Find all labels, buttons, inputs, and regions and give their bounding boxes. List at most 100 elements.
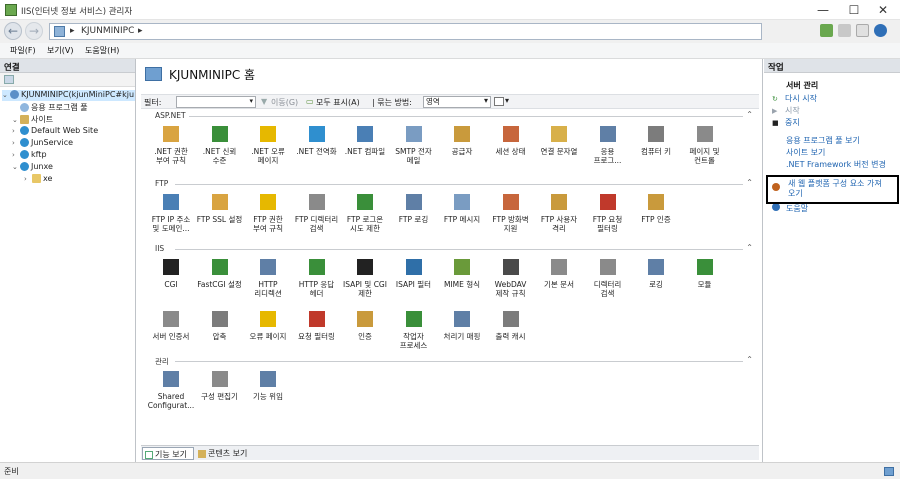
- feature-item[interactable]: FTP IP 주소 및 도메인...: [147, 192, 195, 244]
- action-stop[interactable]: ■ 중지: [772, 117, 800, 128]
- feature-item[interactable]: 인증: [341, 309, 389, 361]
- feature-item[interactable]: 요청 필터링: [293, 309, 341, 361]
- chevron-down-icon[interactable]: ▾: [249, 97, 253, 105]
- feature-item[interactable]: FTP 권한 부여 규칙: [244, 192, 292, 244]
- feature-item[interactable]: FTP 메시지: [438, 192, 486, 244]
- feature-item[interactable]: FTP SSL 설정: [196, 192, 244, 244]
- tree-expander-icon[interactable]: ⌄: [12, 116, 20, 124]
- tree-item[interactable]: › xe: [2, 174, 135, 185]
- minimize-button[interactable]: —: [806, 0, 840, 20]
- tree-expander-icon[interactable]: ⌄: [2, 91, 10, 99]
- help-link[interactable]: 도움말: [772, 203, 808, 214]
- feature-item[interactable]: 처리기 매핑: [438, 309, 486, 361]
- tree-item[interactable]: ⌄ 사이트: [2, 114, 135, 125]
- feature-item[interactable]: FTP 로깅: [390, 192, 438, 244]
- view-app-pools-link[interactable]: 응용 프로그램 풀 보기: [786, 135, 860, 146]
- go-button[interactable]: 이동(G): [271, 97, 298, 108]
- forward-button[interactable]: →: [25, 22, 43, 40]
- feature-item[interactable]: 응용 프로그...: [584, 124, 632, 176]
- chevron-down-icon[interactable]: ▾: [484, 96, 488, 105]
- show-all-button[interactable]: 모두 표시(A): [316, 97, 360, 108]
- feature-item[interactable]: 기본 문서: [535, 257, 583, 309]
- feature-item[interactable]: .NET 오류 페이지: [244, 124, 292, 176]
- group-by-select[interactable]: 영역: [423, 96, 491, 108]
- connect-icon[interactable]: [4, 75, 14, 84]
- feature-item[interactable]: FTP 로그온 시도 제한: [341, 192, 389, 244]
- help-icon[interactable]: [874, 24, 887, 37]
- home-icon[interactable]: [856, 24, 869, 37]
- feature-item[interactable]: 페이지 및 컨트롤: [681, 124, 729, 176]
- feature-item[interactable]: FTP 사용자 격리: [535, 192, 583, 244]
- feature-item[interactable]: .NET 컴파일: [341, 124, 389, 176]
- feature-item[interactable]: FTP 디렉터리 검색: [293, 192, 341, 244]
- feature-item[interactable]: .NET 신뢰 수준: [196, 124, 244, 176]
- go-icon[interactable]: ▼: [261, 97, 267, 106]
- action-start[interactable]: ▶ 시작: [772, 105, 800, 116]
- feature-item[interactable]: ISAPI 필터: [390, 257, 438, 309]
- feature-item[interactable]: 컴퓨터 키: [632, 124, 680, 176]
- tree-item[interactable]: › Default Web Site: [2, 126, 135, 137]
- feature-item[interactable]: 출력 캐시: [487, 309, 535, 361]
- feature-item[interactable]: 연결 문자열: [535, 124, 583, 176]
- tree-expander-icon[interactable]: ⌄: [12, 163, 20, 171]
- tab-features-view[interactable]: 기능 보기: [142, 447, 194, 460]
- feature-item[interactable]: 로깅: [632, 257, 680, 309]
- view-sites-link[interactable]: 사이트 보기: [786, 147, 825, 158]
- address-box[interactable]: ▸ KJUNMINIPC ▸: [49, 23, 762, 40]
- feature-item[interactable]: .NET 전역화: [293, 124, 341, 176]
- tree-item[interactable]: 응용 프로그램 풀: [2, 102, 135, 113]
- feature-item[interactable]: Shared Configurat...: [147, 369, 195, 421]
- action-restart[interactable]: ↻ 다시 시작: [772, 93, 817, 104]
- feature-item[interactable]: FTP 요청 필터링: [584, 192, 632, 244]
- collapse-chevron-icon[interactable]: ⌃: [746, 243, 753, 252]
- change-net-framework-link[interactable]: .NET Framework 버전 변경: [786, 159, 886, 170]
- tree-expander-icon[interactable]: ›: [12, 139, 20, 147]
- feature-item[interactable]: 공급자: [438, 124, 486, 176]
- feature-item[interactable]: 구성 편집기: [196, 369, 244, 421]
- feature-item[interactable]: ISAPI 및 CGI 제한: [341, 257, 389, 309]
- feature-item[interactable]: SMTP 전자 메일: [390, 124, 438, 176]
- feature-item[interactable]: 작업자 프로세스: [390, 309, 438, 361]
- tab-content-view[interactable]: 콘텐츠 보기: [196, 447, 256, 460]
- tree-item[interactable]: ⌄ Junxe: [2, 162, 135, 173]
- stop-icon[interactable]: [838, 24, 851, 37]
- tree-expander-icon[interactable]: ›: [12, 151, 20, 159]
- back-button[interactable]: ←: [4, 22, 22, 40]
- menu-view[interactable]: 보기(V): [47, 45, 73, 56]
- refresh-icon[interactable]: [820, 24, 833, 37]
- breadcrumb-separator[interactable]: ▸: [138, 26, 143, 36]
- feature-item[interactable]: 모듈: [681, 257, 729, 309]
- menu-help[interactable]: 도움말(H): [85, 45, 119, 56]
- feature-item[interactable]: 서버 인증서: [147, 309, 195, 361]
- feature-item[interactable]: FTP 인증: [632, 192, 680, 244]
- filter-input[interactable]: ▾: [176, 96, 256, 108]
- feature-item[interactable]: HTTP 응답 헤더: [293, 257, 341, 309]
- feature-item[interactable]: WebDAV 제작 규칙: [487, 257, 535, 309]
- menu-file[interactable]: 파일(F): [10, 45, 36, 56]
- tree-expander-icon[interactable]: ›: [12, 127, 20, 135]
- feature-item[interactable]: CGI: [147, 257, 195, 309]
- breadcrumb-kjunminipc[interactable]: KJUNMINIPC: [81, 26, 134, 36]
- feature-item[interactable]: 디렉터리 검색: [584, 257, 632, 309]
- feature-item[interactable]: FastCGI 설정: [196, 257, 244, 309]
- feature-item[interactable]: 세션 상태: [487, 124, 535, 176]
- feature-item[interactable]: 압축: [196, 309, 244, 361]
- collapse-chevron-icon[interactable]: ⌃: [746, 178, 753, 187]
- feature-item[interactable]: HTTP 리디렉션: [244, 257, 292, 309]
- tree-item[interactable]: › JunService: [2, 138, 135, 149]
- collapse-chevron-icon[interactable]: ⌃: [746, 355, 753, 364]
- feature-item[interactable]: 기능 위임: [244, 369, 292, 421]
- feature-item[interactable]: FTP 방화벽 지원: [487, 192, 535, 244]
- tree-item[interactable]: ⌄ KJUNMINIPC(kjunMiniPC#kju: [2, 90, 135, 101]
- tree-expander-icon[interactable]: ›: [24, 175, 32, 183]
- feature-item[interactable]: 오류 페이지: [244, 309, 292, 361]
- view-mode-icon[interactable]: [494, 97, 504, 106]
- chevron-down-icon[interactable]: ▾: [505, 96, 509, 105]
- get-web-platform-components-link[interactable]: 새 웹 플랫폼 구성 요소 가져 오기: [788, 179, 898, 199]
- collapse-chevron-icon[interactable]: ⌃: [746, 110, 753, 119]
- close-button[interactable]: ✕: [866, 0, 900, 20]
- feature-item[interactable]: MIME 형식: [438, 257, 486, 309]
- tree-item[interactable]: › kftp: [2, 150, 135, 161]
- show-all-icon[interactable]: ▭: [306, 97, 314, 106]
- feature-item[interactable]: .NET 권한 부여 규칙: [147, 124, 195, 176]
